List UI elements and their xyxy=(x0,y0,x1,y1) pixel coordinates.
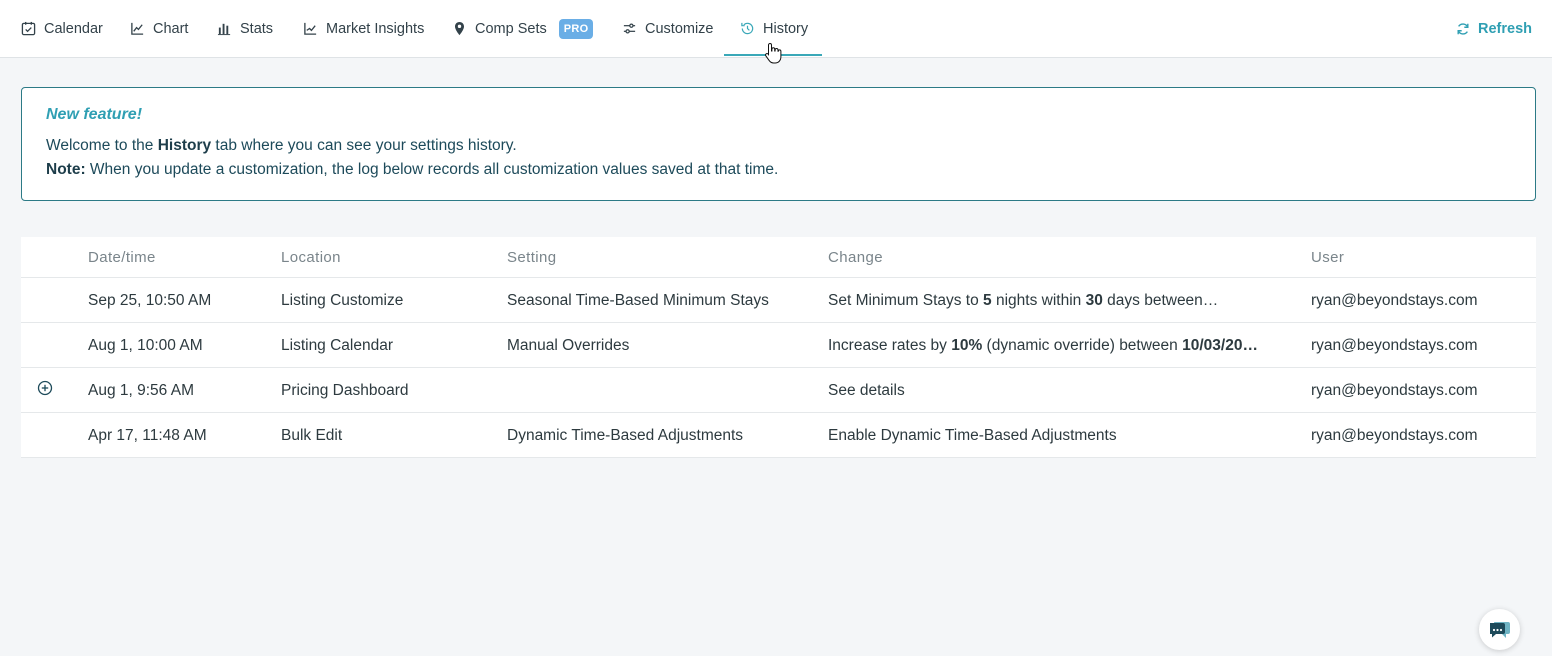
history-icon xyxy=(739,21,755,37)
tab-label: Calendar xyxy=(44,20,103,37)
notice-title: New feature! xyxy=(46,106,143,123)
column-header-location[interactable]: Location xyxy=(281,249,491,266)
cell-date: Sep 25, 10:50 AM xyxy=(88,292,212,309)
refresh-label: Refresh xyxy=(1478,20,1532,37)
tab-label: Stats xyxy=(240,20,274,37)
cell-date: Aug 1, 9:56 AM xyxy=(88,382,194,399)
column-header-user[interactable]: User xyxy=(1311,249,1531,266)
table-header: Date/time Location Setting Change User xyxy=(21,237,1536,278)
cell-change: Set Minimum Stays to 5 nights within 30 … xyxy=(828,292,1219,309)
cell-setting: Manual Overrides xyxy=(507,337,630,354)
cell-setting: Seasonal Time-Based Minimum Stays xyxy=(507,292,769,309)
cell-user: ryan@beyondstays.com xyxy=(1311,427,1478,444)
notice-welcome-text: Welcome to the History tab where you can… xyxy=(46,137,517,154)
tab-market-insights[interactable]: Market Insights xyxy=(302,0,424,57)
refresh-button[interactable]: Refresh xyxy=(1456,0,1532,57)
column-header-change[interactable]: Change xyxy=(828,249,1274,266)
refresh-icon xyxy=(1457,22,1469,35)
table-row[interactable]: Sep 25, 10:50 AM Listing Customize Seasona… xyxy=(21,278,1536,323)
table-row[interactable]: Aug 1, 9:56 AM Pricing Dashboard See detai… xyxy=(21,368,1536,413)
cell-date: Apr 17, 11:48 AM xyxy=(88,427,207,444)
tab-label: Chart xyxy=(153,20,189,37)
map-pin-icon xyxy=(451,21,467,37)
line-chart-icon xyxy=(129,21,145,37)
new-feature-notice: New feature! Welcome to the History tab … xyxy=(21,87,1536,201)
cell-setting: Dynamic Time-Based Adjustments xyxy=(507,427,744,444)
cell-user: ryan@beyondstays.com xyxy=(1311,292,1478,309)
cell-date: Aug 1, 10:00 AM xyxy=(88,337,203,354)
cell-location: Pricing Dashboard xyxy=(281,382,409,399)
column-header-date[interactable]: Date/time xyxy=(88,249,268,266)
table-row[interactable]: Apr 17, 11:48 AM Bulk Edit Dynamic Time-Ba… xyxy=(21,413,1536,458)
trend-chart-icon xyxy=(302,21,318,37)
expand-row-icon[interactable] xyxy=(37,380,53,396)
table-body: Sep 25, 10:50 AM Listing Customize Seasona… xyxy=(21,278,1536,458)
cell-user: ryan@beyondstays.com xyxy=(1311,382,1478,399)
history-table: Date/time Location Setting Change User S… xyxy=(21,237,1536,458)
chat-icon xyxy=(1489,621,1510,638)
cell-change: See details xyxy=(828,382,905,399)
pro-badge: PRO xyxy=(558,18,594,39)
tab-label: Customize xyxy=(645,20,714,37)
tab-comp-sets[interactable]: Comp Sets PRO xyxy=(451,0,594,57)
sliders-icon xyxy=(621,21,637,37)
cell-location: Bulk Edit xyxy=(281,427,343,444)
hand-cursor-icon xyxy=(765,42,782,64)
cell-user: ryan@beyondstays.com xyxy=(1311,337,1478,354)
cell-change: Enable Dynamic Time-Based Adjustments xyxy=(828,427,1117,444)
notice-note-text: Note: When you update a customization, t… xyxy=(46,161,779,178)
column-header-setting[interactable]: Setting xyxy=(507,249,807,266)
cell-location: Listing Customize xyxy=(281,292,404,309)
table-row[interactable]: Aug 1, 10:00 AM Listing Calendar Manual Ov… xyxy=(21,323,1536,368)
calendar-icon xyxy=(20,21,36,37)
tab-label: Market Insights xyxy=(326,20,425,37)
chat-support-button[interactable] xyxy=(1479,609,1520,650)
tab-chart[interactable]: Chart xyxy=(129,0,188,57)
tab-customize[interactable]: Customize xyxy=(621,0,714,57)
cell-location: Listing Calendar xyxy=(281,337,394,354)
tab-label: Comp Sets xyxy=(475,20,547,37)
tab-label: History xyxy=(763,20,809,37)
tab-calendar[interactable]: Calendar xyxy=(20,0,103,57)
tab-stats[interactable]: Stats xyxy=(216,0,273,57)
cell-change: Increase rates by 10% (dynamic override)… xyxy=(828,337,1258,354)
bar-chart-icon xyxy=(216,21,232,37)
